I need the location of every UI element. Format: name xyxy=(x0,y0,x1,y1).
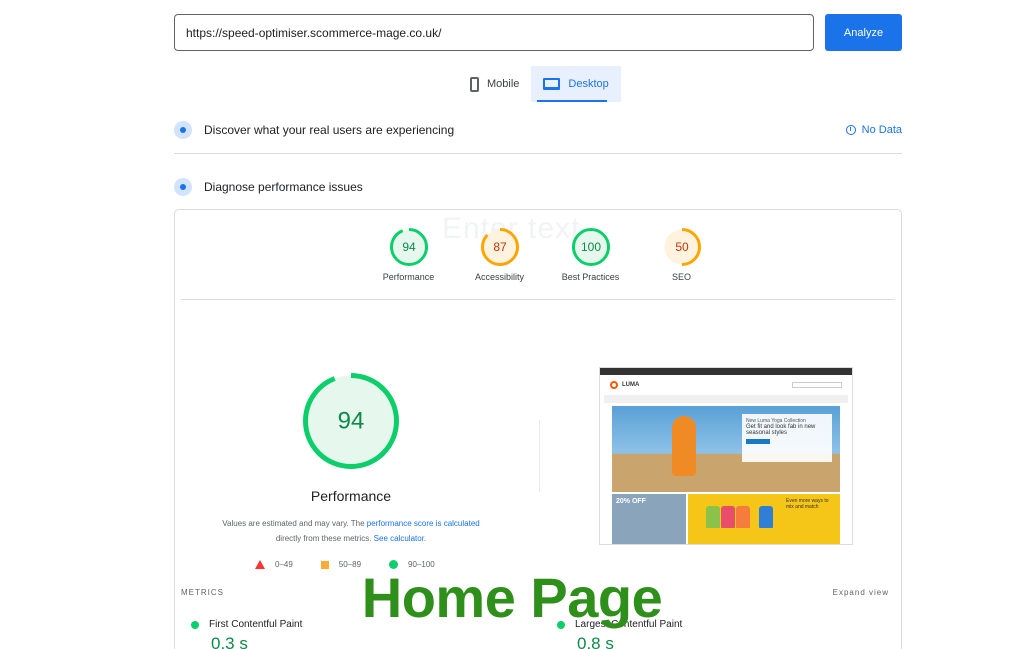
field-data-section: Discover what your real users are experi… xyxy=(174,121,902,139)
yoga-figure xyxy=(672,416,696,476)
score-ring: 94 xyxy=(303,373,399,469)
screenshot-hero-card: New Luma Yoga Collection Get fit and loo… xyxy=(742,414,832,462)
info-icon: i xyxy=(845,125,856,135)
score-calculated-link[interactable]: performance score is calculated xyxy=(367,519,480,528)
tab-desktop-label: Desktop xyxy=(568,78,609,90)
score-ring: 50 xyxy=(662,228,701,266)
no-data-label: No Data xyxy=(861,124,902,136)
score-value: 87 xyxy=(493,240,507,254)
url-bar: Analyze xyxy=(174,14,902,51)
no-data-status[interactable]: i No Data xyxy=(845,124,902,136)
score-value: 94 xyxy=(402,240,416,254)
screenshot-promo-tees: Even more ways to mix and match xyxy=(688,494,840,544)
metric-fcp-value: 0.3 s xyxy=(211,634,248,649)
promo-tees-text: Even more ways to mix and match xyxy=(786,498,829,510)
performance-gauge: 94 xyxy=(303,373,399,469)
tab-mobile-label: Mobile xyxy=(487,78,520,90)
category-gauge-accessibility[interactable]: 87 Accessibility xyxy=(454,228,545,282)
hero-text: Get fit and look fab in new seasonal sty… xyxy=(746,424,816,436)
screenshot-hero: New Luma Yoga Collection Get fit and loo… xyxy=(612,406,840,492)
lab-icon xyxy=(174,178,192,196)
screenshot-nav xyxy=(604,395,848,403)
screenshot-brand: LUMA xyxy=(622,382,640,388)
performance-title: Performance xyxy=(310,488,392,504)
screenshot-search xyxy=(792,382,842,388)
tab-mobile[interactable]: Mobile xyxy=(458,66,531,102)
screenshot-header: LUMA xyxy=(600,375,852,395)
category-gauge-performance[interactable]: 94 Performance xyxy=(363,228,454,282)
category-label: Best Practices xyxy=(561,272,620,282)
page-screenshot: LUMA New Luma Yoga Collection Get fit an… xyxy=(599,367,853,545)
overlay-caption: Home Page xyxy=(361,566,663,629)
category-gauge-seo[interactable]: 50 SEO xyxy=(636,228,727,282)
promo-sale-text: 20% OFF xyxy=(616,498,646,505)
category-label: Performance xyxy=(382,272,435,282)
laptop-icon xyxy=(543,78,561,90)
score-ring: 94 xyxy=(389,228,428,266)
score-value: 94 xyxy=(338,408,365,435)
metric-lcp-value: 0.8 s xyxy=(577,634,614,649)
hero-button xyxy=(746,439,770,444)
category-label: SEO xyxy=(671,272,691,282)
vertical-separator xyxy=(539,420,540,492)
category-label: Accessibility xyxy=(474,272,524,282)
section-divider xyxy=(174,153,902,154)
tee-green xyxy=(706,506,720,528)
tee-orange xyxy=(736,506,750,528)
tee-blue xyxy=(759,506,773,528)
field-data-title: Discover what your real users are experi… xyxy=(204,123,455,137)
disclaimer-text: Values are estimated and may vary. The xyxy=(222,519,367,528)
mobile-icon xyxy=(470,76,479,92)
score-value: 50 xyxy=(675,240,689,254)
score-ring: 100 xyxy=(571,228,610,266)
score-value: 100 xyxy=(580,240,600,254)
score-ring: 87 xyxy=(480,228,519,266)
see-calculator-link[interactable]: See calculator. xyxy=(374,534,426,543)
lab-data-section: Diagnose performance issues xyxy=(174,178,902,196)
device-tabs: Mobile Desktop xyxy=(458,66,621,102)
tee-pink xyxy=(721,506,735,528)
screenshot-topbar xyxy=(600,368,852,375)
category-gauge-best-practices[interactable]: 100 Best Practices xyxy=(545,228,636,282)
tab-desktop[interactable]: Desktop xyxy=(531,66,621,102)
users-icon xyxy=(174,121,192,139)
score-disclaimer: Values are estimated and may vary. The p… xyxy=(191,516,511,546)
category-gauges: 94 Performance 87 Accessibility 100 Best Prac… xyxy=(363,228,727,282)
luma-logo-icon xyxy=(610,381,618,389)
disclaimer-text-2: directly from these metrics. xyxy=(275,534,374,543)
lab-data-title: Diagnose performance issues xyxy=(204,180,363,194)
analyze-button[interactable]: Analyze xyxy=(825,14,902,51)
url-input[interactable] xyxy=(174,14,814,51)
gauge-divider xyxy=(181,299,895,300)
screenshot-promo-sale: 20% OFF xyxy=(612,494,686,544)
